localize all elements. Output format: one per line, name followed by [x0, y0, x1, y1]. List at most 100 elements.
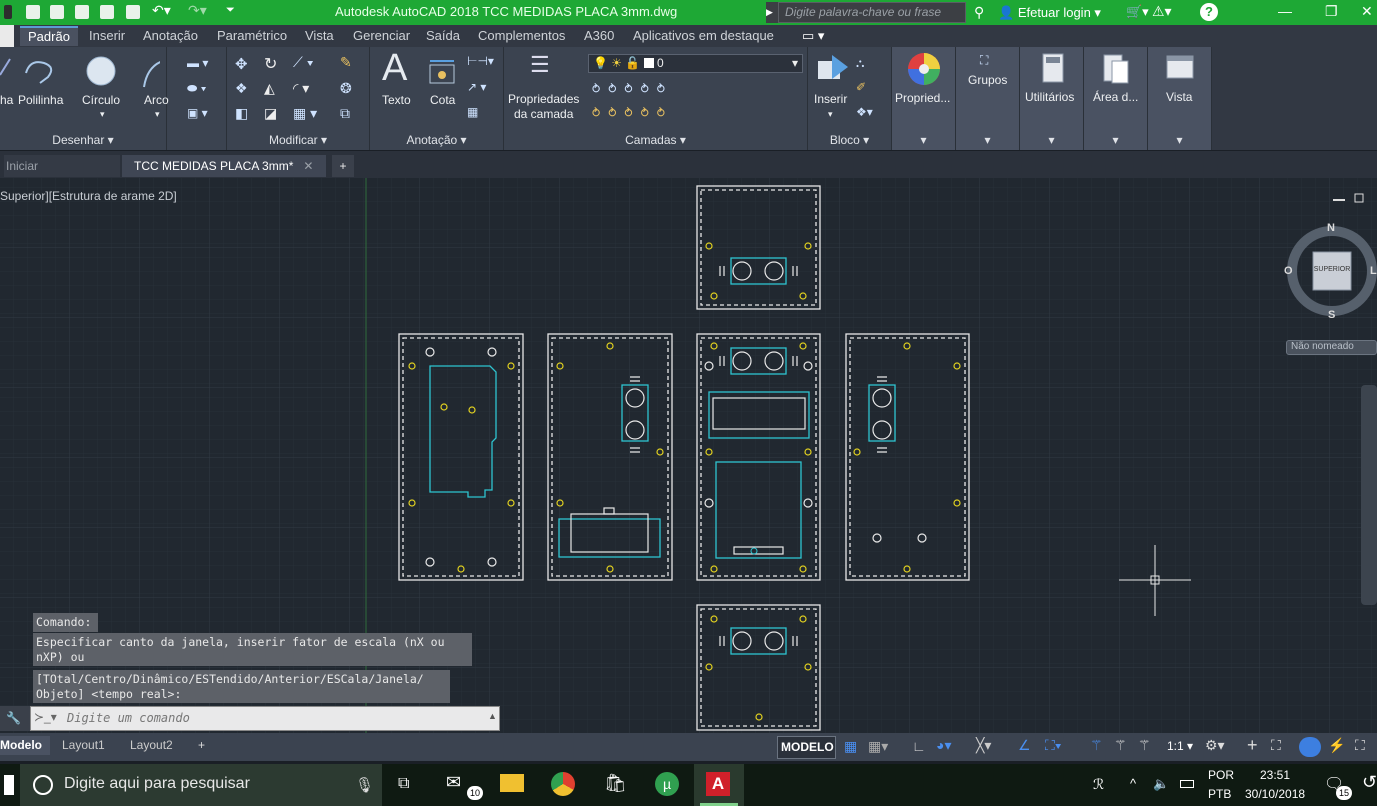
- viewcube-west[interactable]: O: [1284, 265, 1293, 277]
- ortho-toggle-icon[interactable]: ∟: [912, 738, 926, 754]
- isodraft-icon[interactable]: ╳▾: [976, 737, 991, 754]
- rotate-icon[interactable]: ↻: [264, 54, 277, 74]
- utilities-button[interactable]: Utilitários: [1025, 90, 1074, 104]
- layer-properties-button[interactable]: Propriedades da camada: [508, 92, 579, 122]
- isolate-objects-icon[interactable]: [1299, 737, 1321, 757]
- fillet-icon[interactable]: ◜ ▾: [293, 80, 309, 97]
- insert-button[interactable]: Inserir: [814, 92, 847, 106]
- grid-toggle-icon[interactable]: ▦: [844, 738, 857, 755]
- insert-block-icon[interactable]: [814, 53, 852, 87]
- volume-icon[interactable]: 🔈: [1153, 776, 1169, 792]
- color-wheel-icon[interactable]: [906, 51, 942, 87]
- tab-a360[interactable]: A360: [584, 28, 614, 43]
- new-tab-button[interactable]: +: [332, 155, 354, 177]
- model-space-button[interactable]: MODELO: [777, 736, 836, 759]
- command-input[interactable]: Digite um comando: [30, 706, 500, 731]
- region-icon[interactable]: ▣ ▾: [187, 106, 208, 120]
- open-icon[interactable]: [50, 5, 64, 19]
- wrench-icon[interactable]: 🔧: [0, 706, 30, 731]
- viewcube-east[interactable]: L: [1370, 265, 1377, 277]
- navigation-bar[interactable]: [1361, 385, 1377, 605]
- search-expand-icon[interactable]: ▶: [766, 2, 778, 23]
- draw-clipped-label[interactable]: ha: [0, 93, 13, 107]
- hatch-icon[interactable]: ⬬ ▾: [187, 81, 206, 96]
- rectangle-icon[interactable]: ▬ ▾: [187, 56, 208, 70]
- tray-expand-icon[interactable]: ^: [1130, 776, 1136, 791]
- arc-dropdown-icon[interactable]: ▾: [155, 109, 160, 120]
- offset-icon[interactable]: ⧉: [340, 105, 350, 122]
- annotation-scale-icon[interactable]: ⚚: [1138, 737, 1151, 754]
- leader-icon[interactable]: ↗ ▾: [467, 80, 486, 94]
- ribbon-options-icon[interactable]: ▭ ▾: [802, 28, 824, 44]
- view-icon[interactable]: [1166, 55, 1194, 81]
- layer-tools-row2[interactable]: ⥁⥁⥁⥁⥁: [592, 106, 673, 120]
- input-language[interactable]: POR: [1208, 768, 1234, 782]
- viewcube-south[interactable]: S: [1328, 309, 1335, 321]
- panel-modify-title[interactable]: Modificar ▾: [227, 133, 369, 147]
- store-icon[interactable]: 🛍: [604, 773, 627, 794]
- clipboard-icon[interactable]: [1102, 51, 1130, 85]
- array-icon[interactable]: ▦ ▾: [293, 105, 317, 122]
- scale-icon[interactable]: ◪: [264, 105, 277, 122]
- clipboard-dropdown-icon[interactable]: ▾: [1084, 133, 1147, 147]
- auto-scale-icon[interactable]: ⚚: [1114, 737, 1127, 754]
- hardware-accel-icon[interactable]: ⚡: [1328, 737, 1345, 754]
- properties-dropdown-icon[interactable]: ▾: [892, 133, 955, 147]
- save-as-icon[interactable]: [100, 5, 114, 19]
- tab-saida[interactable]: Saída: [426, 28, 460, 43]
- text-icon[interactable]: A: [382, 47, 407, 90]
- clipboard-button[interactable]: Área d...: [1093, 90, 1138, 104]
- tab-layout1[interactable]: Layout1: [54, 736, 113, 755]
- table-icon[interactable]: ▦: [467, 105, 478, 119]
- groups-dropdown-icon[interactable]: ▾: [956, 133, 1019, 147]
- panel-annotation-title[interactable]: Anotação ▾: [370, 133, 503, 147]
- scale-dropdown[interactable]: 1:1 ▾: [1167, 739, 1193, 753]
- login-button[interactable]: 👤 Efetuar login ▾: [998, 5, 1101, 21]
- clock-date[interactable]: 30/10/2018: [1245, 787, 1305, 801]
- battery-icon[interactable]: [1180, 780, 1194, 788]
- osnap-icon[interactable]: ⛶▾: [1045, 737, 1062, 754]
- file-explorer-icon[interactable]: [500, 774, 524, 792]
- create-block-icon[interactable]: ⛬: [856, 56, 864, 71]
- tab-padrao[interactable]: Padrão: [20, 26, 78, 46]
- binoculars-icon[interactable]: ⚲: [974, 4, 984, 21]
- minimize-icon[interactable]: —: [1278, 3, 1292, 19]
- viewport-controls[interactable]: Superior][Estrutura de arame 2D]: [0, 189, 177, 203]
- layer-dropdown[interactable]: 💡 ☀ 🔓 0 ▾: [588, 54, 803, 73]
- app-menu-icon[interactable]: [4, 5, 12, 19]
- close-icon[interactable]: ✕: [1361, 3, 1373, 20]
- cart-icon[interactable]: 🛒▾: [1126, 4, 1149, 20]
- tab-close-icon[interactable]: ✕: [303, 159, 313, 173]
- circle-button[interactable]: Círculo: [82, 93, 120, 107]
- taskbar-search[interactable]: Digite aqui para pesquisar: [20, 764, 382, 806]
- move-icon[interactable]: ✥: [235, 55, 248, 73]
- polyline-button[interactable]: Polilinha: [18, 93, 63, 107]
- workspace-icon[interactable]: ⚙▾: [1205, 737, 1225, 754]
- panel-block-title[interactable]: Bloco ▾: [808, 133, 891, 147]
- units-icon[interactable]: ⛶: [1271, 737, 1281, 754]
- tab-model[interactable]: Modelo: [0, 736, 50, 755]
- utorrent-icon[interactable]: µ: [655, 772, 679, 796]
- attribute-icon[interactable]: ❖▾: [856, 105, 873, 119]
- view-button[interactable]: Vista: [1166, 90, 1192, 104]
- save-icon[interactable]: [75, 5, 89, 19]
- text-button[interactable]: Texto: [382, 93, 411, 107]
- viewcube-north[interactable]: N: [1327, 222, 1335, 234]
- copy-icon[interactable]: ❖: [235, 80, 248, 97]
- tab-anotacao[interactable]: Anotação: [143, 28, 198, 43]
- fullscreen-icon[interactable]: ⛶: [1355, 737, 1365, 754]
- add-layout-button[interactable]: +: [190, 736, 213, 755]
- show-desktop-icon[interactable]: ↺: [1362, 772, 1377, 793]
- tab-drawing[interactable]: TCC MEDIDAS PLACA 3mm* ✕: [122, 155, 326, 177]
- utilities-dropdown-icon[interactable]: ▾: [1020, 133, 1083, 147]
- people-icon[interactable]: ℛ: [1093, 776, 1104, 793]
- app-button[interactable]: [0, 25, 14, 47]
- explode-icon[interactable]: ❂: [340, 80, 352, 97]
- panel-layers-title[interactable]: Camadas ▾: [504, 133, 807, 147]
- tab-gerenciar[interactable]: Gerenciar: [353, 28, 410, 43]
- new-icon[interactable]: [26, 5, 40, 19]
- properties-button[interactable]: Propried...: [895, 91, 950, 105]
- tab-aplicativos[interactable]: Aplicativos em destaque: [633, 28, 774, 43]
- dimension-button[interactable]: Cota: [430, 93, 455, 107]
- annotation-monitor-icon[interactable]: +: [1247, 735, 1258, 756]
